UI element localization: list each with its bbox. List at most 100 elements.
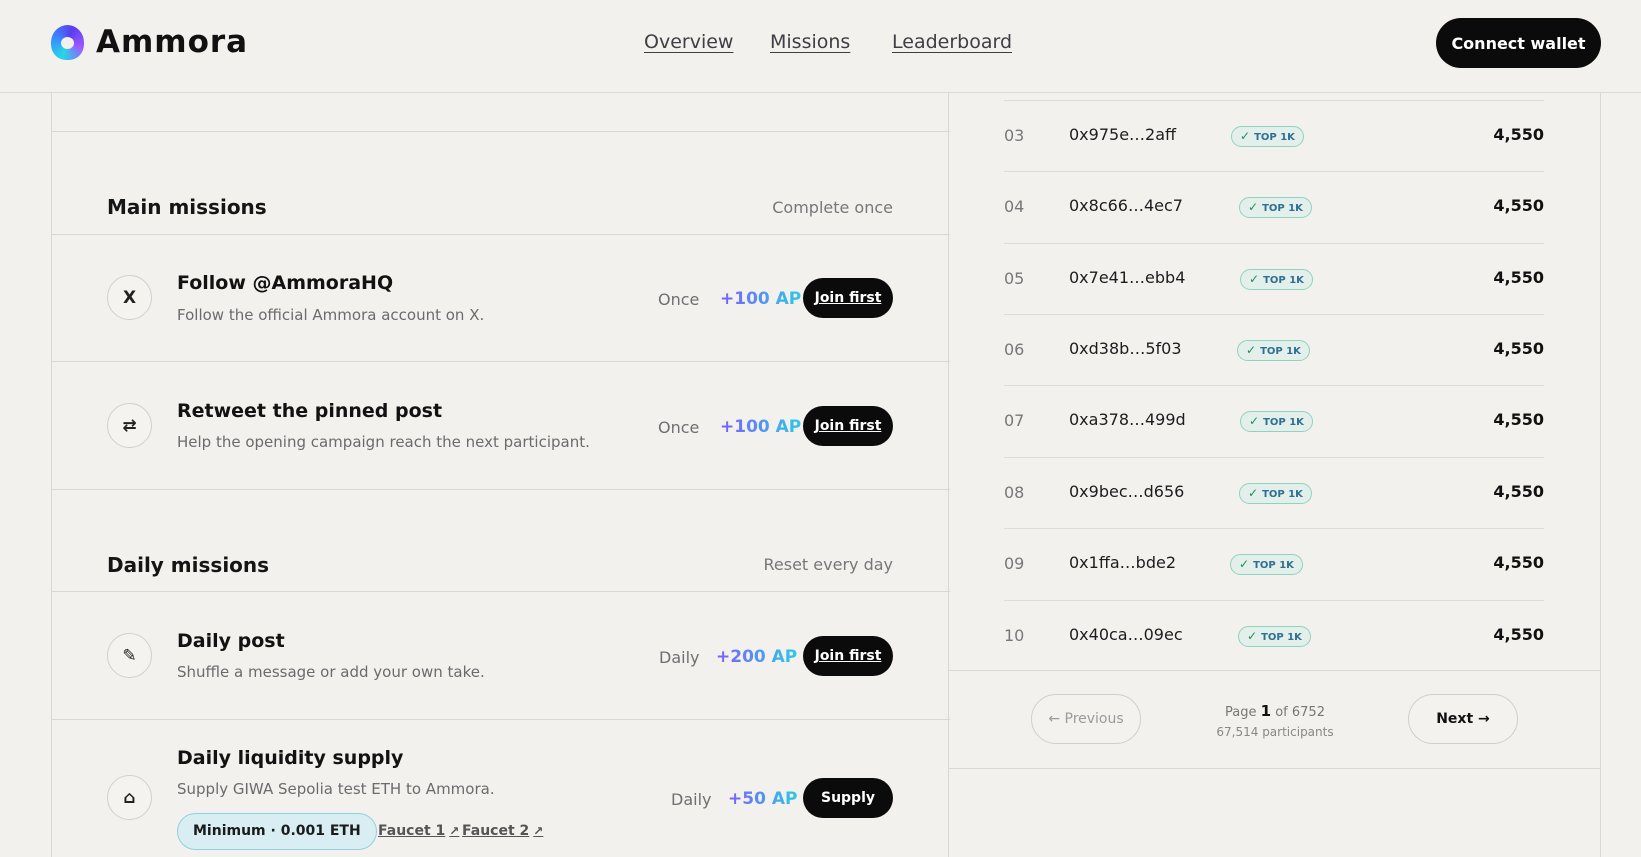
nav-overview[interactable]: Overview — [644, 31, 733, 53]
check-icon: ✓ — [1246, 343, 1257, 357]
top-1k-badge: ✓ TOP 1K — [1240, 411, 1313, 432]
rank: 06 — [1004, 340, 1025, 359]
top-1k-badge: ✓ TOP 1K — [1231, 126, 1304, 147]
leaderboard-row: 04 0x8c66…4ec7 ✓ TOP 1K 4,550 — [1004, 171, 1544, 242]
rank: 09 — [1004, 554, 1025, 573]
wallet-address: 0x40ca…09ec — [1069, 625, 1183, 644]
faucet-1-link[interactable]: Faucet 1 ↗ — [378, 823, 459, 839]
wallet-address: 0x9bec…d656 — [1069, 482, 1185, 501]
score: 4,550 — [1493, 553, 1544, 572]
check-icon: ✓ — [1240, 129, 1251, 143]
faucet-label: Faucet 2 — [462, 823, 530, 839]
divider — [52, 489, 950, 490]
mission-description: Shuffle a message or add your own take. — [177, 663, 485, 681]
join-first-button[interactable]: Join first — [803, 278, 893, 318]
rank: 03 — [1004, 126, 1025, 145]
mission-points: +100 AP — [720, 417, 802, 437]
leaderboard-row: 07 0xa378…499d ✓ TOP 1K 4,550 — [1004, 385, 1544, 456]
divider — [52, 361, 950, 362]
top-1k-badge: ✓ TOP 1K — [1237, 340, 1310, 361]
leaderboard-panel: 03 0x975e…2aff ✓ TOP 1K 4,550 04 0x8c66…4… — [949, 0, 1601, 857]
top-1k-badge: ✓ TOP 1K — [1240, 269, 1313, 290]
external-link-icon: ↗ — [533, 824, 544, 838]
retweet-icon: ⇄ — [107, 403, 152, 448]
wallet-address: 0xd38b…5f03 — [1069, 339, 1182, 358]
missions-panel: Main missions Complete once X Follow @Am… — [51, 0, 950, 857]
external-link-icon: ↗ — [449, 824, 460, 838]
divider — [52, 591, 950, 592]
mission-title: Retweet the pinned post — [177, 400, 443, 422]
top-1k-badge: ✓ TOP 1K — [1238, 626, 1311, 647]
check-icon: ✓ — [1239, 557, 1250, 571]
mission-frequency: Once — [658, 418, 700, 437]
score: 4,550 — [1493, 268, 1544, 287]
mission-description: Follow the official Ammora account on X. — [177, 306, 485, 324]
leaderboard-row: 06 0xd38b…5f03 ✓ TOP 1K 4,550 — [1004, 314, 1544, 385]
brand-name: Ammora — [96, 24, 249, 60]
mission-points: +100 AP — [720, 289, 802, 309]
leaderboard-row: 03 0x975e…2aff ✓ TOP 1K 4,550 — [1004, 100, 1544, 171]
check-icon: ✓ — [1248, 200, 1259, 214]
bank-icon: ⌂ — [107, 775, 152, 820]
connect-wallet-button[interactable]: Connect wallet — [1436, 18, 1601, 68]
divider — [52, 131, 950, 132]
faucet-2-link[interactable]: Faucet 2 ↗ — [462, 823, 543, 839]
leaderboard-row: 05 0x7e41…ebb4 ✓ TOP 1K 4,550 — [1004, 243, 1544, 314]
daily-missions-title: Daily missions — [107, 553, 270, 577]
x-icon: X — [107, 275, 152, 320]
score: 4,550 — [1493, 196, 1544, 215]
divider — [52, 234, 950, 235]
wallet-address: 0x8c66…4ec7 — [1069, 196, 1183, 215]
score: 4,550 — [1493, 125, 1544, 144]
check-icon: ✓ — [1249, 272, 1260, 286]
rank: 08 — [1004, 483, 1025, 502]
score: 4,550 — [1493, 625, 1544, 644]
nav-leaderboard[interactable]: Leaderboard — [892, 31, 1012, 53]
minimum-badge: Minimum · 0.001 ETH — [177, 813, 377, 850]
divider — [52, 719, 950, 720]
divider — [949, 768, 1601, 769]
mission-title: Daily post — [177, 630, 285, 652]
mission-frequency: Once — [658, 290, 700, 309]
participants-count: 67,514 participants — [1216, 725, 1334, 739]
leaderboard-row: 10 0x40ca…09ec ✓ TOP 1K 4,550 — [1004, 600, 1544, 671]
top-1k-badge: ✓ TOP 1K — [1239, 483, 1312, 504]
check-icon: ✓ — [1249, 414, 1260, 428]
ammora-logo-icon — [51, 24, 84, 60]
mission-frequency: Daily — [659, 648, 700, 667]
rank: 05 — [1004, 269, 1025, 288]
rank: 10 — [1004, 626, 1025, 645]
brand-logo[interactable]: Ammora — [51, 24, 248, 60]
wallet-address: 0x7e41…ebb4 — [1069, 268, 1186, 287]
divider — [949, 670, 1601, 671]
mission-points: +50 AP — [728, 789, 798, 809]
mission-points: +200 AP — [716, 647, 798, 667]
next-page-button[interactable]: Next → — [1408, 694, 1518, 744]
mission-title: Follow @AmmoraHQ — [177, 272, 394, 294]
rank: 07 — [1004, 411, 1025, 430]
wallet-address: 0x1ffa…bde2 — [1069, 553, 1176, 572]
supply-button[interactable]: Supply — [803, 778, 893, 818]
join-first-button[interactable]: Join first — [803, 636, 893, 676]
score: 4,550 — [1493, 482, 1544, 501]
top-1k-badge: ✓ TOP 1K — [1230, 554, 1303, 575]
rank: 04 — [1004, 197, 1025, 216]
check-icon: ✓ — [1247, 629, 1258, 643]
check-icon: ✓ — [1248, 486, 1259, 500]
join-first-button[interactable]: Join first — [803, 406, 893, 446]
previous-page-button[interactable]: ← Previous — [1031, 694, 1141, 744]
wallet-address: 0xa378…499d — [1069, 410, 1186, 429]
daily-missions-note: Reset every day — [763, 555, 894, 574]
pencil-icon: ✎ — [107, 633, 152, 678]
page-indicator: Page 1 of 6752 — [1225, 702, 1325, 720]
leaderboard-row: 09 0x1ffa…bde2 ✓ TOP 1K 4,550 — [1004, 528, 1544, 599]
main-missions-title: Main missions — [107, 195, 267, 219]
mission-title: Daily liquidity supply — [177, 747, 404, 769]
score: 4,550 — [1493, 410, 1544, 429]
nav-missions[interactable]: Missions — [770, 31, 850, 53]
leaderboard-row: 08 0x9bec…d656 ✓ TOP 1K 4,550 — [1004, 457, 1544, 528]
mission-description: Help the opening campaign reach the next… — [177, 433, 590, 451]
top-1k-badge: ✓ TOP 1K — [1239, 197, 1312, 218]
mission-description: Supply GIWA Sepolia test ETH to Ammora. — [177, 780, 495, 798]
faucet-label: Faucet 1 — [378, 823, 446, 839]
